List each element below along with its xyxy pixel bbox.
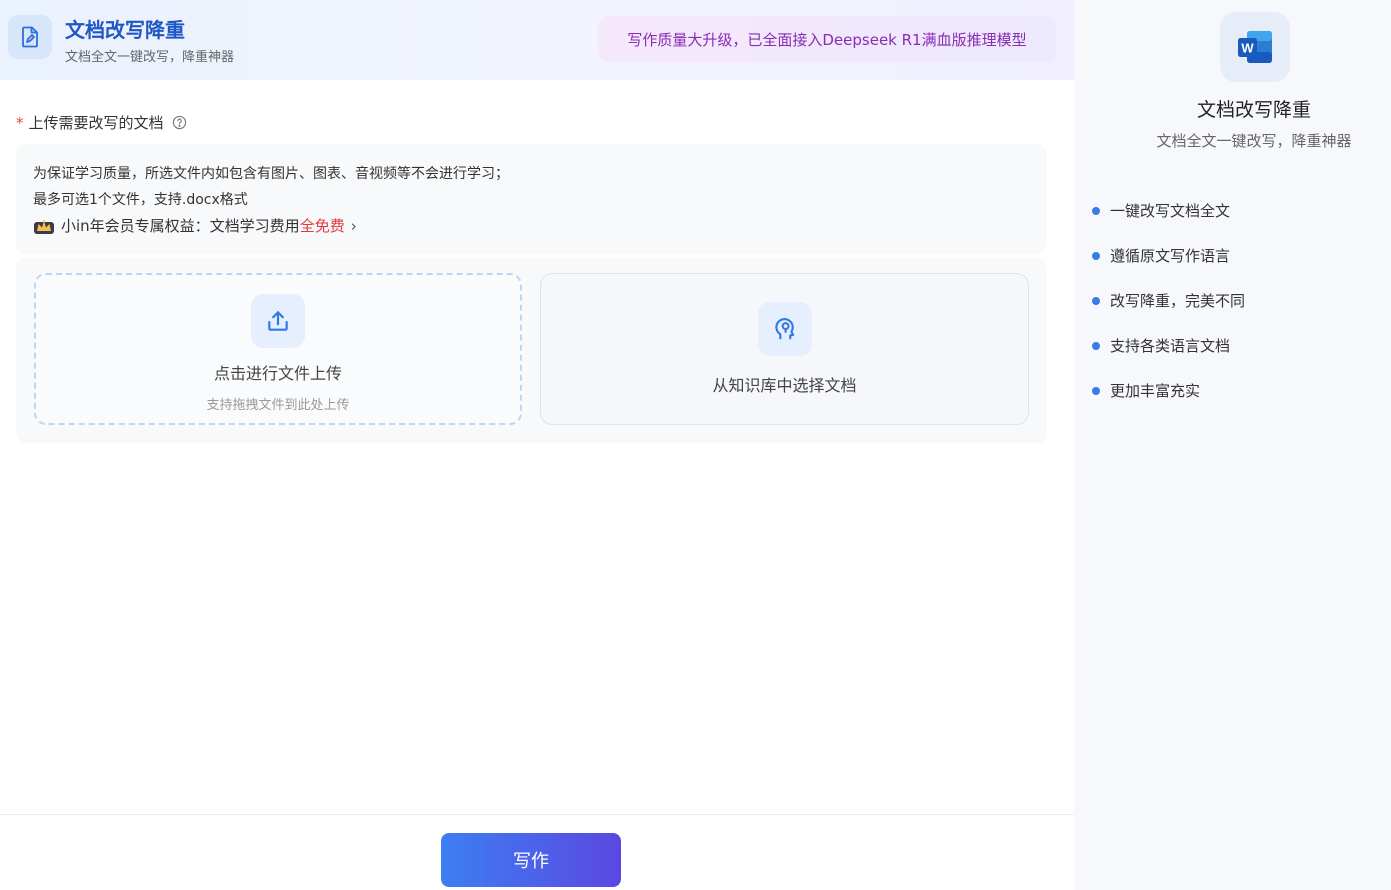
side-panel: W 文档改写降重 文档全文一键改写，降重神器 一键改写文档全文 遵循原文写作语言… (1074, 0, 1391, 890)
document-edit-icon (8, 15, 52, 59)
bullet-icon (1092, 207, 1100, 215)
upload-icon (251, 294, 305, 348)
question-circle-icon[interactable] (172, 115, 187, 130)
knowledge-base-title: 从知识库中选择文档 (712, 376, 857, 395)
feature-item: 遵循原文写作语言 (1092, 245, 1245, 290)
write-button[interactable]: 写作 (441, 833, 621, 887)
required-mark: * (16, 113, 24, 132)
feature-item: 一键改写文档全文 (1092, 200, 1245, 245)
svg-text:W: W (1241, 41, 1254, 56)
page-title: 文档改写降重 (65, 18, 185, 42)
promo-banner[interactable]: 写作质量大升级，已全面接入Deepseek R1满血版推理模型 (598, 16, 1056, 62)
upload-field-label: * 上传需要改写的文档 (16, 112, 187, 133)
header: 文档改写降重 文档全文一键改写，降重神器 写作质量大升级，已全面接入Deepse… (0, 0, 1074, 80)
upload-area: 点击进行文件上传 支持拖拽文件到此处上传 从知识库中选择文档 (16, 258, 1047, 443)
feature-item: 更加丰富充实 (1092, 380, 1245, 425)
word-app-icon: W (1220, 12, 1290, 82)
member-benefit-link[interactable]: 小in年会员专属权益：文档学习费用 全免费 › (33, 215, 357, 236)
feature-text: 改写降重，完美不同 (1110, 292, 1246, 310)
brain-icon (757, 302, 812, 356)
page-subtitle: 文档全文一键改写，降重神器 (65, 50, 235, 65)
feature-list: 一键改写文档全文 遵循原文写作语言 改写降重，完美不同 支持各类语言文档 更加丰… (1092, 200, 1245, 425)
feature-text: 一键改写文档全文 (1110, 202, 1231, 220)
upload-hint: 支持拖拽文件到此处上传 (206, 398, 350, 413)
footer-divider (0, 814, 1074, 815)
bullet-icon (1092, 297, 1100, 305)
knowledge-base-select[interactable]: 从知识库中选择文档 (540, 273, 1029, 425)
side-title: 文档改写降重 (1196, 99, 1311, 121)
main-area: 文档改写降重 文档全文一键改写，降重神器 写作质量大升级，已全面接入Deepse… (0, 0, 1074, 890)
feature-text: 遵循原文写作语言 (1110, 247, 1231, 265)
notice-line: 最多可选1个文件，支持.docx格式 (33, 192, 248, 208)
upload-label-text: 上传需要改写的文档 (28, 114, 164, 132)
crown-badge-icon (33, 217, 55, 235)
member-benefit-text: 小in年会员专属权益：文档学习费用 (61, 217, 300, 235)
free-highlight: 全免费 (299, 217, 345, 235)
feature-item: 支持各类语言文档 (1092, 335, 1245, 380)
side-subtitle: 文档全文一键改写，降重神器 (1156, 132, 1352, 150)
bullet-icon (1092, 252, 1100, 260)
feature-text: 支持各类语言文档 (1110, 337, 1231, 355)
bullet-icon (1092, 342, 1100, 350)
bullet-icon (1092, 387, 1100, 395)
notice-line: 为保证学习质量，所选文件内如包含有图片、图表、音视频等不会进行学习； (33, 166, 509, 182)
chevron-right-icon: › (350, 216, 357, 235)
upload-title: 点击进行文件上传 (213, 364, 342, 383)
feature-text: 更加丰富充实 (1110, 382, 1201, 400)
feature-item: 改写降重，完美不同 (1092, 290, 1245, 335)
file-upload-dropzone[interactable]: 点击进行文件上传 支持拖拽文件到此处上传 (34, 273, 522, 425)
upload-notice: 为保证学习质量，所选文件内如包含有图片、图表、音视频等不会进行学习； 最多可选1… (16, 144, 1047, 254)
